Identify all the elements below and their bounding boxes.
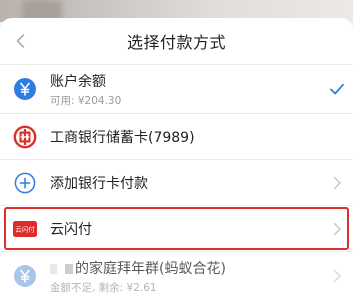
unionpay-badge-text: 云闪付 (15, 224, 35, 233)
chevron-right-icon (329, 175, 345, 191)
payment-option-label: 添加银行卡付款 (50, 175, 148, 192)
chevron-right-icon (329, 221, 345, 237)
payment-option-label: 工商银行储蓄卡(7989) (50, 129, 195, 146)
payment-option-family-group[interactable]: 的家庭拜年群(蚂蚁合花) 金额不足, 剩余: ¥2.61 (0, 251, 353, 294)
group-name: 的家庭拜年群(蚂蚁合花) (75, 260, 226, 277)
available-balance: 可用: ¥204.30 (50, 94, 122, 107)
payment-option-text: 账户余额 可用: ¥204.30 (50, 71, 317, 108)
payment-option-text: 添加银行卡付款 (50, 173, 317, 193)
payment-option-label: 云闪付 (50, 221, 92, 238)
group-wallet-icon (12, 263, 38, 289)
payment-option-balance[interactable]: 账户余额 可用: ¥204.30 (0, 64, 353, 113)
cloud-quickpay-icon: 云闪付 (12, 216, 38, 242)
payment-option-label: 的家庭拜年群(蚂蚁合花) (50, 258, 317, 278)
insufficient-balance-note: 金额不足, 剩余: ¥2.61 (50, 281, 157, 294)
icbc-logo-icon (12, 124, 38, 150)
payment-method-screen: 选择付款方式 账户余额 可用: ¥204.30 工商银行储蓄卡(7989) 添加… (0, 0, 353, 294)
chevron-left-icon (16, 34, 25, 48)
back-button[interactable] (13, 33, 29, 49)
redacted-name (50, 263, 57, 274)
sheet-header: 选择付款方式 (0, 18, 353, 64)
payment-option-text: 的家庭拜年群(蚂蚁合花) 金额不足, 剩余: ¥2.61 (50, 258, 317, 294)
payment-option-icbc-card[interactable]: 工商银行储蓄卡(7989) (0, 113, 353, 159)
payment-option-add-card[interactable]: 添加银行卡付款 (0, 159, 353, 205)
payment-option-text: 工商银行储蓄卡(7989) (50, 127, 317, 147)
checkmark-icon (329, 81, 345, 97)
yen-circle-icon (12, 76, 38, 102)
payment-option-text: 云闪付 (50, 219, 317, 239)
payment-option-label: 账户余额 (50, 73, 106, 90)
plus-circle-icon (12, 170, 38, 196)
payment-method-sheet: 选择付款方式 账户余额 可用: ¥204.30 工商银行储蓄卡(7989) 添加… (0, 18, 353, 294)
payment-option-cloud-quickpass[interactable]: 云闪付 云闪付 (0, 205, 353, 251)
chevron-right-icon (329, 268, 345, 284)
redacted-name (65, 263, 73, 274)
page-title: 选择付款方式 (126, 33, 226, 52)
